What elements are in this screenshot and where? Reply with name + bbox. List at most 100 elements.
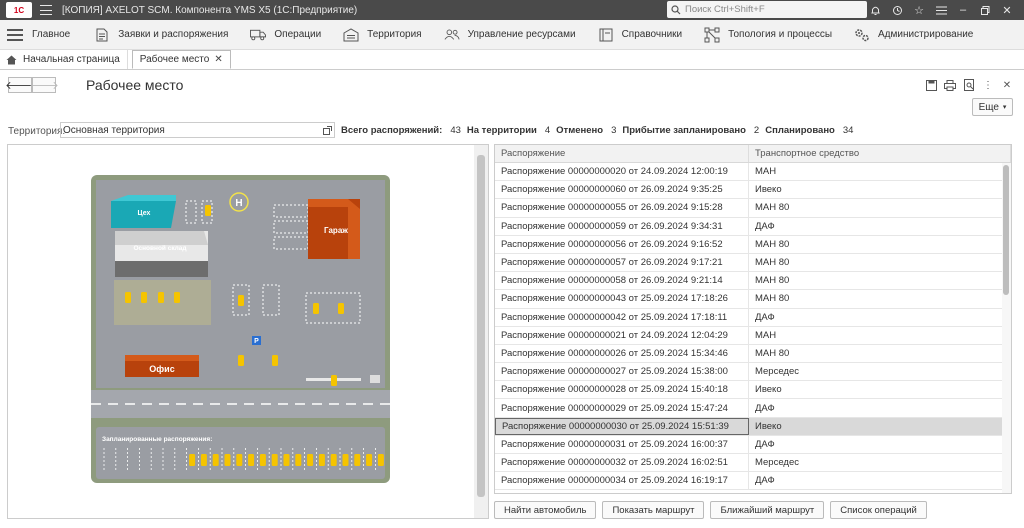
vehicle-marker[interactable] (330, 454, 337, 466)
more-button[interactable]: Еще ▾ (972, 98, 1013, 116)
section-home[interactable]: Главное (30, 20, 78, 50)
table-row[interactable]: Распоряжение 00000000027 от 25.09.2024 1… (495, 363, 1003, 382)
warehouse-label: Основной склад (133, 244, 186, 252)
vehicle-marker[interactable] (224, 454, 231, 466)
print-icon[interactable] (943, 78, 957, 92)
bell-icon[interactable] (864, 0, 886, 20)
vehicle-marker[interactable] (158, 292, 164, 303)
star-icon[interactable]: ☆ (908, 0, 930, 20)
forward-button[interactable]: 🡒 (29, 77, 59, 93)
section-admin[interactable]: Администрирование (846, 20, 981, 50)
vehicle-marker[interactable] (283, 454, 290, 466)
minimize-icon[interactable]: – (952, 0, 974, 20)
table-row[interactable]: Распоряжение 00000000032 от 25.09.2024 1… (495, 454, 1003, 473)
table-row[interactable]: Распоряжение 00000000055 от 26.09.2024 9… (495, 199, 1003, 218)
sections-menu-icon[interactable] (0, 28, 30, 41)
table-row[interactable]: Распоряжение 00000000030 от 25.09.2024 1… (495, 417, 1003, 436)
order-cell: Распоряжение 00000000032 от 25.09.2024 1… (495, 454, 749, 472)
table-row[interactable]: Распоряжение 00000000057 от 26.09.2024 9… (495, 253, 1003, 273)
vehicle-marker[interactable] (271, 454, 278, 466)
vehicle-cell: МАН 80 (755, 275, 790, 287)
map-scrollbar[interactable] (474, 145, 488, 518)
section-topology[interactable]: Топология и процессы (696, 20, 840, 50)
table-row[interactable]: Распоряжение 00000000020 от 24.09.2024 1… (495, 163, 1003, 182)
open-icon[interactable] (321, 124, 333, 136)
settings-menu-icon[interactable] (930, 0, 952, 20)
vehicle-marker[interactable] (259, 454, 266, 466)
vehicle-marker[interactable] (377, 454, 384, 466)
vehicle-marker[interactable] (313, 303, 319, 314)
order-cell: Распоряжение 00000000031 от 25.09.2024 1… (495, 435, 749, 453)
vehicle-cell: МАН (755, 166, 777, 178)
order-cell: Распоряжение 00000000057 от 26.09.2024 9… (495, 253, 749, 272)
vehicle-marker[interactable] (205, 205, 211, 216)
vehicle-marker[interactable] (307, 454, 314, 466)
vehicle-marker[interactable] (141, 292, 147, 303)
vehicle-marker[interactable] (238, 355, 244, 366)
order-cell: Распоряжение 00000000028 от 25.09.2024 1… (495, 381, 749, 399)
tab-workplace[interactable]: Рабочее место ✕ (131, 50, 231, 69)
table-row[interactable]: Распоряжение 00000000058 от 26.09.2024 9… (495, 272, 1003, 291)
section-catalogs[interactable]: Справочники (590, 20, 691, 50)
vehicle-cell: Мерседес (755, 366, 799, 378)
section-resources-label: Управление ресурсами (467, 29, 576, 40)
search-input[interactable]: Поиск Ctrl+Shift+F (667, 1, 867, 18)
vehicle-marker[interactable] (189, 454, 196, 466)
vehicle-cell: ДАФ (755, 402, 775, 414)
close-tab-icon[interactable]: ✕ (214, 54, 222, 65)
table-row[interactable]: Распоряжение 00000000026 от 25.09.2024 1… (495, 344, 1003, 364)
save-icon[interactable] (924, 78, 938, 92)
column-vehicle[interactable]: Транспортное средство (749, 145, 1011, 162)
vehicle-marker[interactable] (236, 454, 243, 466)
vehicle-marker[interactable] (174, 292, 180, 303)
table-scrollbar[interactable] (1002, 163, 1011, 493)
section-resources[interactable]: Управление ресурсами (436, 20, 584, 50)
section-admin-label: Администрирование (878, 29, 974, 40)
table-row[interactable]: Распоряжение 00000000056 от 26.09.2024 9… (495, 235, 1003, 254)
preview-icon[interactable] (962, 78, 976, 92)
table-row[interactable]: Распоряжение 00000000042 от 25.09.2024 1… (495, 308, 1003, 327)
vehicle-marker[interactable] (366, 454, 373, 466)
vehicle-marker[interactable] (342, 454, 349, 466)
vehicle-marker[interactable] (272, 355, 278, 366)
table-row[interactable]: Распоряжение 00000000029 от 25.09.2024 1… (495, 399, 1003, 418)
nearest-route-button[interactable]: Ближайший маршрут (710, 501, 825, 519)
table-row[interactable]: Распоряжение 00000000043 от 25.09.2024 1… (495, 290, 1003, 309)
section-territory[interactable]: Территория (335, 20, 429, 50)
section-requests[interactable]: Заявки и распоряжения (86, 20, 236, 50)
close-form-icon[interactable]: ✕ (1000, 78, 1014, 92)
table-row[interactable]: Распоряжение 00000000031 от 25.09.2024 1… (495, 435, 1003, 454)
more-vertical-icon[interactable]: ⋮ (981, 78, 995, 92)
stat-onsite-label: На территории (466, 125, 537, 136)
territory-field[interactable]: Основная территория (60, 122, 335, 138)
vehicle-marker[interactable] (238, 295, 244, 306)
tab-home[interactable]: Начальная страница (0, 50, 128, 69)
table-row[interactable]: Распоряжение 00000000060 от 26.09.2024 9… (495, 181, 1003, 200)
vehicle-marker[interactable] (212, 454, 219, 466)
territory-map[interactable]: Запланированные распоряжения: Цех Основн… (8, 145, 476, 518)
vehicle-marker[interactable] (200, 454, 207, 466)
table-row[interactable]: Распоряжение 00000000021 от 24.09.2024 1… (495, 326, 1003, 345)
table-row[interactable]: Распоряжение 00000000028 от 25.09.2024 1… (495, 381, 1003, 400)
show-route-button[interactable]: Показать маршрут (602, 501, 705, 519)
operations-list-button[interactable]: Список операций (830, 501, 927, 519)
vehicle-marker[interactable] (125, 292, 131, 303)
vehicle-marker[interactable] (354, 454, 361, 466)
section-operations-label: Операции (274, 29, 322, 40)
table-row[interactable]: Распоряжение 00000000034 от 25.09.2024 1… (495, 472, 1003, 491)
vehicle-marker[interactable] (338, 303, 344, 314)
stat-planned-arrival-value: 2 (753, 125, 760, 136)
vehicle-marker[interactable] (295, 454, 302, 466)
main-menu-icon[interactable] (40, 5, 52, 15)
vehicle-marker[interactable] (331, 375, 337, 386)
restore-icon[interactable] (974, 0, 996, 20)
find-vehicle-button[interactable]: Найти автомобиль (494, 501, 597, 519)
vehicle-marker[interactable] (318, 454, 325, 466)
table-row[interactable]: Распоряжение 00000000059 от 26.09.2024 9… (495, 217, 1003, 236)
history-icon[interactable] (886, 0, 908, 20)
close-window-icon[interactable]: ✕ (996, 0, 1018, 20)
vehicle-marker[interactable] (248, 454, 255, 466)
column-order[interactable]: Распоряжение (495, 145, 749, 162)
section-operations[interactable]: Операции (242, 20, 329, 50)
stat-total-label: Всего распоряжений: (341, 125, 443, 136)
